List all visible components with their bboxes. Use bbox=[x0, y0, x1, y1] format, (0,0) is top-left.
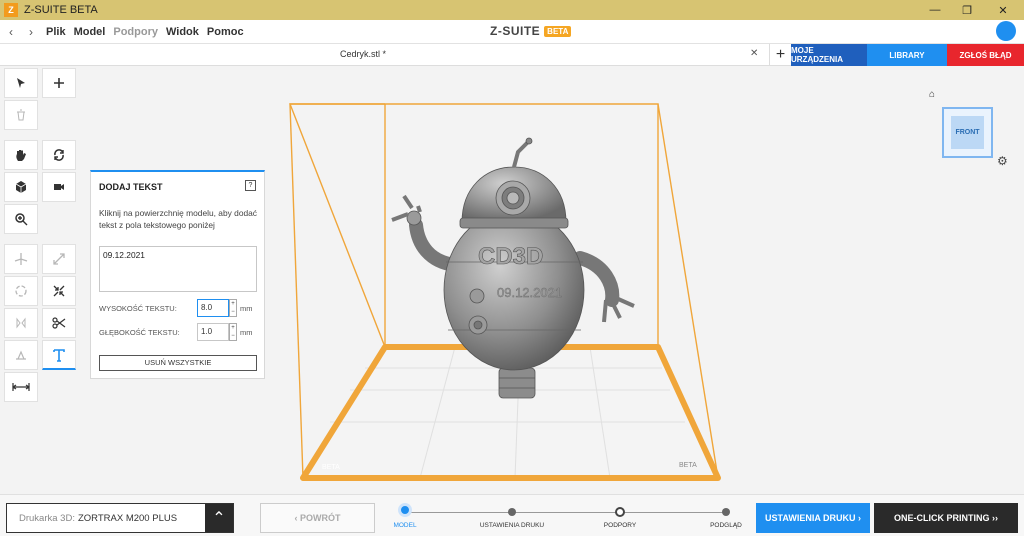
printer-value: ZORTRAX M200 PLUS bbox=[77, 512, 178, 524]
rotate-view-button[interactable] bbox=[42, 140, 76, 170]
add-tab-button[interactable]: + bbox=[769, 44, 791, 66]
menu-model[interactable]: Model bbox=[74, 26, 106, 38]
camera-button[interactable] bbox=[42, 172, 76, 202]
report-bug-button[interactable]: ZGŁOŚ BŁĄD bbox=[947, 44, 1024, 66]
depth-input[interactable]: 1.0 bbox=[197, 323, 229, 341]
forward-arrow-icon[interactable]: › bbox=[24, 25, 38, 39]
layflat-icon bbox=[16, 350, 26, 360]
embossed-text-cd3d: CD3D bbox=[478, 243, 543, 270]
maximize-icon[interactable]: ❐ bbox=[950, 0, 984, 20]
add-text-panel: DODAJ TEKST ? Kliknij na powierzchnię mo… bbox=[90, 170, 265, 379]
window-title: Z-SUITE BETA bbox=[24, 4, 98, 16]
cube-icon bbox=[15, 181, 27, 193]
height-stepper[interactable]: + − bbox=[229, 299, 237, 317]
move-icon bbox=[14, 253, 28, 265]
step-dot-preview[interactable] bbox=[722, 508, 730, 516]
beta-badge: BETA bbox=[544, 25, 572, 37]
print-settings-button[interactable]: USTAWIENIA DRUKU › bbox=[756, 503, 870, 533]
shrink-icon bbox=[53, 285, 65, 297]
menu-podpory[interactable]: Podpory bbox=[113, 26, 158, 38]
view-cube-face[interactable]: FRONT bbox=[951, 116, 984, 149]
step-label-supports[interactable]: PODPORY bbox=[585, 522, 655, 530]
user-avatar[interactable] bbox=[996, 21, 1016, 41]
menu-bar: ‹ › Plik Model Podpory Widok Pomoc Z-SUI… bbox=[0, 20, 1024, 44]
zoom-button[interactable] bbox=[4, 204, 38, 234]
back-button[interactable]: ‹ POWRÓT bbox=[260, 503, 375, 533]
depth-label: GŁĘBOKOŚĆ TEKSTU: bbox=[99, 328, 180, 337]
measure-button[interactable] bbox=[4, 372, 38, 402]
close-icon[interactable]: ✕ bbox=[986, 0, 1020, 20]
lock-icon[interactable] bbox=[615, 507, 625, 517]
depth-stepper[interactable]: + − bbox=[229, 323, 237, 341]
step-label-model[interactable]: MODEL bbox=[370, 522, 440, 530]
back-arrow-icon[interactable]: ‹ bbox=[4, 25, 18, 39]
plus-icon bbox=[54, 78, 64, 88]
height-input[interactable]: 8.0 bbox=[197, 299, 229, 317]
text-input[interactable]: 09.12.2021 bbox=[99, 246, 257, 292]
trash-icon bbox=[17, 109, 25, 121]
depth-unit: mm bbox=[240, 328, 253, 337]
menu-plik[interactable]: Plik bbox=[46, 26, 66, 38]
text-icon bbox=[53, 348, 65, 362]
camera-icon bbox=[54, 184, 64, 190]
tab-close-icon[interactable]: ✕ bbox=[750, 48, 758, 59]
step-label-print-settings[interactable]: USTAWIENIA DRUKU bbox=[477, 522, 547, 530]
app-logo-icon: Z bbox=[4, 3, 18, 17]
panel-description: Kliknij na powierzchnię modelu, aby doda… bbox=[99, 208, 257, 230]
height-label: WYSOKOŚĆ TEKSTU: bbox=[99, 304, 177, 313]
cursor-icon bbox=[17, 78, 25, 88]
step-dot-print-settings[interactable] bbox=[508, 508, 516, 516]
rotate-model-button[interactable] bbox=[4, 276, 38, 306]
menu-pomoc[interactable]: Pomoc bbox=[207, 26, 244, 38]
brand-name: Z-SUITE bbox=[490, 24, 541, 38]
select-tool-button[interactable] bbox=[4, 68, 38, 98]
brand-logo: Z-SUITE BETA bbox=[490, 24, 572, 38]
rotate-model-icon bbox=[15, 285, 27, 297]
menu-widok[interactable]: Widok bbox=[166, 26, 199, 38]
plate-right-label: BETA bbox=[679, 462, 697, 469]
lay-flat-button[interactable] bbox=[4, 340, 38, 370]
scissors-icon bbox=[52, 317, 66, 329]
add-model-button[interactable] bbox=[42, 68, 76, 98]
home-icon[interactable]: ⌂ bbox=[929, 89, 935, 100]
autofit-button[interactable] bbox=[42, 276, 76, 306]
steps-progress-line bbox=[405, 512, 725, 513]
cut-button[interactable] bbox=[42, 308, 76, 338]
mirror-icon bbox=[16, 317, 26, 329]
delete-button[interactable] bbox=[4, 100, 38, 130]
view-cube-button[interactable] bbox=[4, 172, 38, 202]
left-toolbar bbox=[0, 66, 80, 494]
height-unit: mm bbox=[240, 304, 253, 313]
library-button[interactable]: LIBRARY bbox=[867, 44, 947, 66]
gear-icon[interactable]: ⚙ bbox=[997, 154, 1008, 168]
scale-icon bbox=[53, 253, 65, 265]
help-icon[interactable]: ? bbox=[245, 180, 256, 191]
plate-left-label: BETA bbox=[322, 464, 340, 471]
bottom-bar: Drukarka 3D: ZORTRAX M200 PLUS ⌃ ‹ POWRÓ… bbox=[0, 494, 1024, 536]
rotate-icon bbox=[54, 149, 64, 161]
scale-tool-button[interactable] bbox=[42, 244, 76, 274]
remove-all-button[interactable]: USUŃ WSZYSTKIE bbox=[99, 355, 257, 371]
pan-tool-button[interactable] bbox=[4, 140, 38, 170]
move-tool-button[interactable] bbox=[4, 244, 38, 274]
my-devices-button[interactable]: MOJE URZĄDZENIA bbox=[791, 44, 867, 66]
zoom-icon bbox=[15, 213, 28, 226]
printer-label: Drukarka 3D: bbox=[19, 512, 75, 524]
chevron-up-icon[interactable]: ⌃ bbox=[205, 504, 233, 532]
step-dot-model[interactable] bbox=[398, 503, 412, 517]
text-tool-button[interactable] bbox=[42, 340, 76, 370]
mirror-button[interactable] bbox=[4, 308, 38, 338]
hand-icon bbox=[16, 150, 26, 161]
panel-title: DODAJ TEKST bbox=[99, 182, 163, 192]
file-tab-title[interactable]: Cedryk.stl * bbox=[340, 49, 386, 59]
step-label-preview[interactable]: PODGLĄD bbox=[691, 522, 761, 530]
printer-selector[interactable]: Drukarka 3D: ZORTRAX M200 PLUS ⌃ bbox=[6, 503, 234, 533]
minimize-icon[interactable]: — bbox=[918, 0, 952, 20]
one-click-printing-button[interactable]: ONE-CLICK PRINTING ›› bbox=[874, 503, 1018, 533]
embossed-text-date: 09.12.2021 bbox=[497, 285, 562, 300]
title-bar: Z Z-SUITE BETA — ❐ ✕ bbox=[0, 0, 1024, 20]
measure-icon bbox=[12, 383, 30, 391]
view-cube[interactable]: FRONT bbox=[942, 107, 993, 158]
